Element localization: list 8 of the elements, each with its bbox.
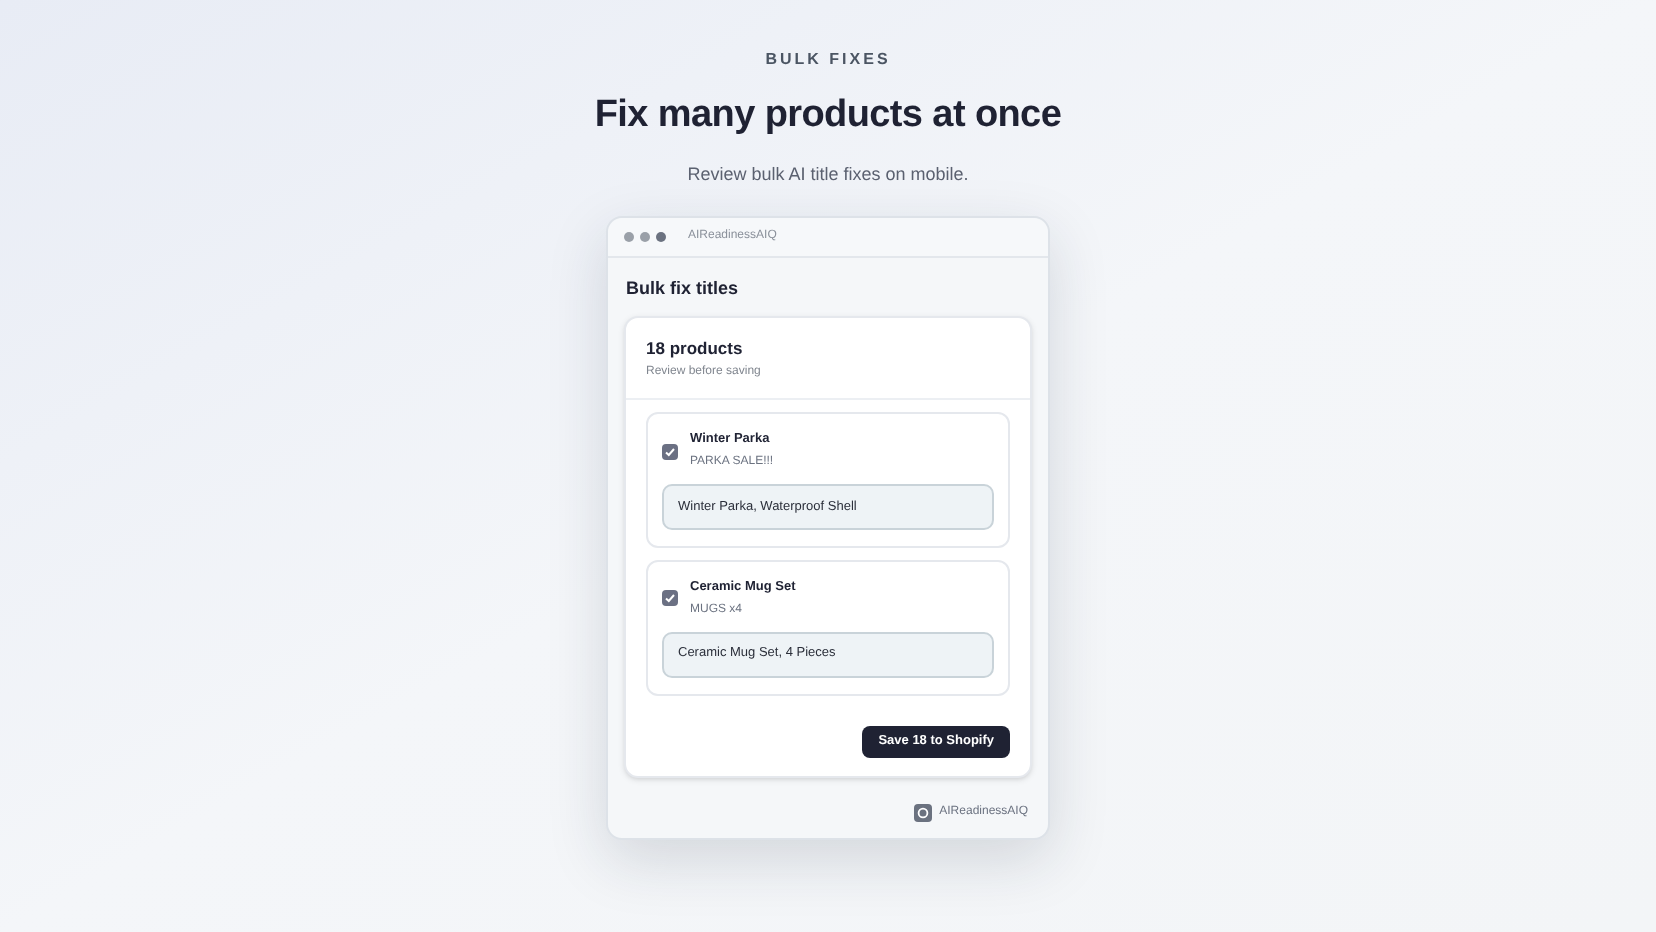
screen-heading: Bulk fix titles [626,276,741,302]
eyebrow-label: BULK FIXES [765,48,891,72]
logo-icon [913,804,932,822]
product-count: 18 products [646,335,745,361]
checkbox[interactable] [662,443,678,460]
headline: Fix many products at once [594,92,1062,140]
checkbox[interactable] [662,590,678,607]
subtitle: Review bulk AI title fixes on mobile. [687,161,969,187]
